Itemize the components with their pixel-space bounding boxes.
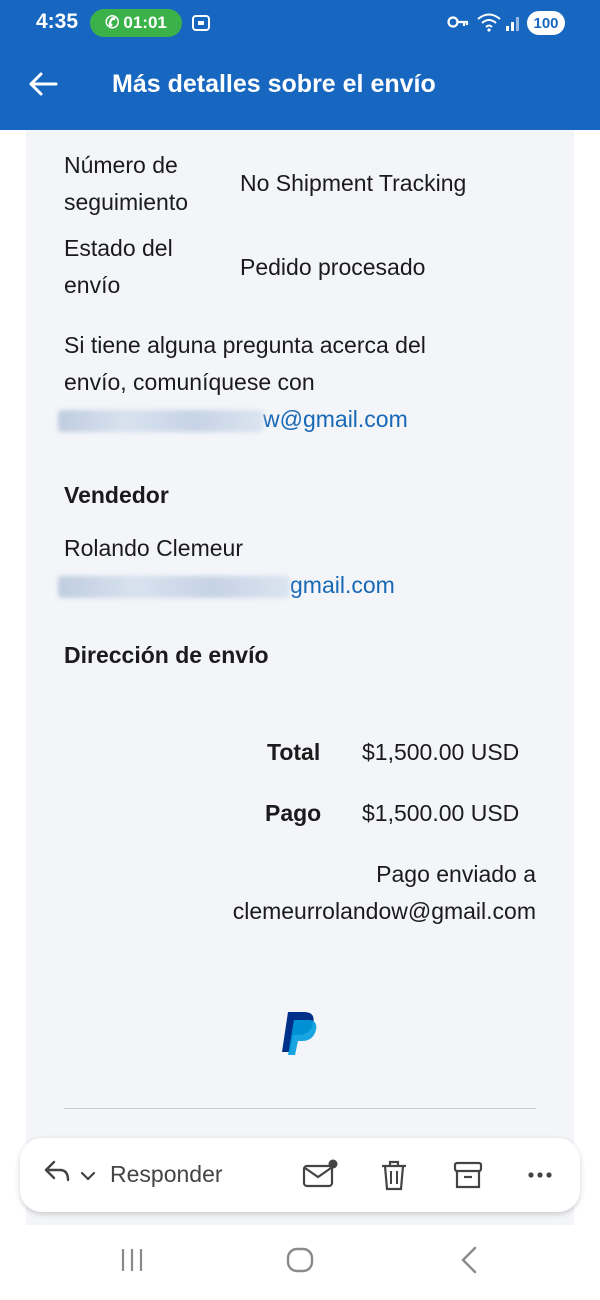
system-navigation-bar (0, 1225, 600, 1300)
seller-name: Rolando Clemeur (64, 535, 243, 561)
tracking-number-value: No Shipment Tracking (240, 170, 467, 196)
contact-line1: Si tiene alguna pregunta acerca del (64, 332, 426, 358)
tracking-number-label: Número de seguimiento (64, 147, 234, 221)
signal-icon (504, 12, 522, 37)
payment-sent-to-label: Pago enviado a (376, 861, 536, 887)
seller-email-link[interactable]: gmail.com (58, 567, 534, 604)
app-header: 4:35 ✆ 01:01 100 Más detalles sobre el e… (0, 0, 600, 130)
page-title: Más detalles sobre el envío (112, 70, 436, 98)
nav-back-icon[interactable] (457, 1245, 481, 1280)
call-timer: 01:01 (123, 13, 167, 32)
home-icon[interactable] (285, 1245, 315, 1280)
shipment-status-label: Estado del envío (64, 230, 234, 304)
reply-icon (42, 1158, 72, 1190)
shipment-status-value: Pedido procesado (240, 254, 426, 280)
content-divider (64, 1108, 536, 1109)
redacted-seller-email (58, 575, 290, 598)
back-arrow-icon[interactable] (26, 67, 62, 107)
payment-label: Pago (265, 800, 322, 826)
redacted-email-prefix (58, 409, 263, 432)
archive-icon[interactable] (452, 1158, 486, 1192)
payment-value: $1,500.00 USD (362, 800, 520, 826)
trash-icon[interactable] (378, 1158, 412, 1192)
payment-recipient-email[interactable]: clemeurrolandow@gmail.com (233, 898, 536, 925)
status-bar: 4:35 ✆ 01:01 100 (0, 0, 600, 46)
email-action-bar: Responder (20, 1138, 580, 1212)
screen-record-icon (190, 12, 212, 39)
seller-heading: Vendedor (64, 482, 169, 508)
contact-line2: envío, comuníquese con (64, 369, 315, 395)
more-icon[interactable] (525, 1158, 559, 1192)
status-label-line2: envío (64, 272, 121, 298)
paypal-logo (280, 1008, 320, 1056)
tracking-label-line1: Número de (64, 152, 178, 178)
status-label-line1: Estado del (64, 235, 173, 261)
reply-button[interactable]: Responder (42, 1158, 223, 1190)
key-icon (446, 12, 470, 37)
mail-unread-icon[interactable] (302, 1158, 338, 1192)
call-indicator[interactable]: ✆ 01:01 (90, 9, 182, 37)
contact-email-link[interactable]: w@gmail.com (58, 401, 534, 438)
reply-label: Responder (110, 1160, 223, 1187)
tracking-label-line2: seguimiento (64, 189, 189, 215)
seller-info: Rolando Clemeur gmail.com (58, 530, 534, 604)
seller-email-text[interactable]: gmail.com (290, 572, 395, 598)
contact-email-text[interactable]: w@gmail.com (263, 406, 408, 432)
total-label: Total (267, 739, 321, 765)
total-value: $1,500.00 USD (362, 739, 520, 765)
wifi-icon (476, 12, 502, 37)
battery-indicator: 100 (527, 11, 565, 35)
phone-icon: ✆ (105, 13, 120, 32)
recent-apps-icon[interactable] (117, 1245, 147, 1280)
status-time: 4:35 (36, 10, 79, 33)
contact-paragraph: Si tiene alguna pregunta acerca del enví… (58, 327, 534, 438)
chevron-down-icon[interactable] (80, 1161, 96, 1188)
shipping-address-heading: Dirección de envío (64, 642, 269, 668)
